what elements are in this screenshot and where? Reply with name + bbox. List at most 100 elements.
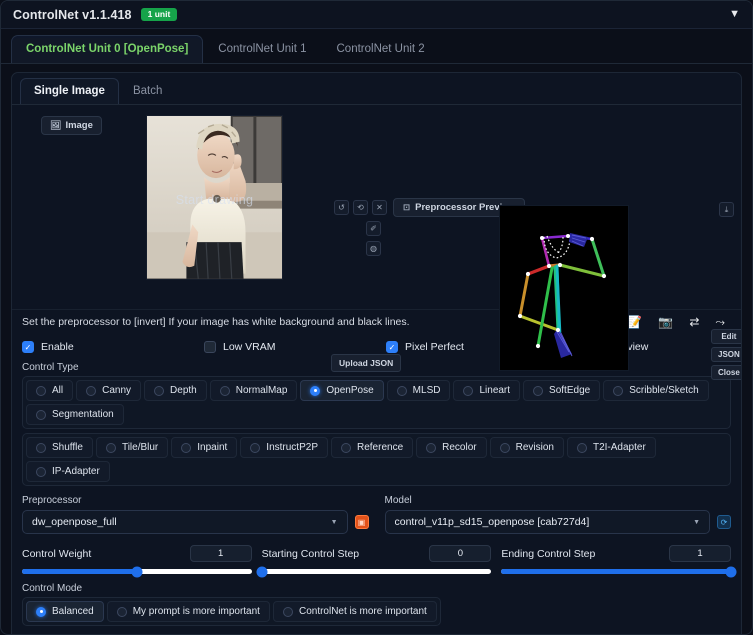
control-type-openpose-label: OpenPose [326,385,374,396]
control-type-all[interactable]: All [26,380,74,401]
radio-icon [310,385,321,396]
preprocessor-value: dw_openpose_full [32,516,117,528]
edit-button[interactable]: Edit [711,329,741,344]
model-dropdown[interactable]: control_v11p_sd15_openpose [cab727d4] ▼ [384,510,710,534]
ending-control-step-track[interactable] [501,566,737,577]
radio-icon [86,385,97,396]
control-type-recolor-label: Recolor [442,442,477,453]
color-icon[interactable]: ◍ [366,241,381,256]
chevron-down-icon: ▼ [330,518,338,526]
chevron-down-icon: ▼ [693,518,700,526]
tab-batch[interactable]: Batch [119,78,176,104]
swap-icon[interactable]: ⇄ [689,316,699,328]
json-button[interactable]: JSON [711,347,741,362]
preprocessor-action-icon[interactable]: ▣ [354,515,369,529]
checkbox-enable[interactable]: ✓ Enable [22,341,204,353]
starting-control-step-slider: Starting Control Step 0 [256,545,492,577]
starting-control-step-value[interactable]: 0 [429,545,492,562]
tab-controlnet-unit-1[interactable]: ControlNet Unit 1 [203,35,321,63]
image-upload-label: Image [65,120,93,131]
control-weight-value[interactable]: 1 [189,545,252,562]
preprocessor-field: Preprocessor dw_openpose_full ▼ ▣ [22,495,369,534]
camera-icon[interactable]: 📷 [658,316,673,328]
radio-icon [576,442,587,453]
control-type-tile-blur[interactable]: Tile/Blur [95,437,169,458]
control-type-scribble-sketch[interactable]: Scribble/Sketch [603,380,709,401]
radio-icon [36,385,46,396]
clear-icon[interactable]: ✕ [372,200,387,215]
unit-panel: Single Image Batch 🖼 Image Start drawing… [11,72,742,634]
control-type-revision-label: Revision [515,442,554,453]
control-type-reference-label: Reference [357,442,404,453]
control-type-depth[interactable]: Depth [144,380,207,401]
control-type-lineart[interactable]: Lineart [453,380,521,401]
close-button[interactable]: Close [711,365,741,380]
control-weight-thumb[interactable] [131,566,143,577]
brush-icon[interactable]: ✐ [366,221,381,236]
control-mode-balanced-label: Balanced [52,606,94,617]
radio-icon [36,466,46,477]
input-image-canvas[interactable]: Start drawing [146,115,283,280]
download-icon[interactable]: ⤓ [719,202,734,217]
control-mode-controlnet-important[interactable]: ControlNet is more important [272,601,437,622]
radio-icon [341,442,351,453]
control-type-revision[interactable]: Revision [489,437,564,458]
check-icon: ✓ [204,341,216,353]
control-type-normalmap-label: NormalMap [235,385,288,396]
control-type-ip-adapter[interactable]: IP-Adapter [26,461,110,482]
openpose-preview-image[interactable] [499,205,629,371]
undo-icon[interactable]: ↺ [334,200,349,215]
image-upload-button[interactable]: 🖼 Image [41,116,102,135]
control-type-t2i-adapter[interactable]: T2I-Adapter [566,437,656,458]
control-type-inpaint-label: Inpaint [197,442,228,453]
control-type-inpaint[interactable]: Inpaint [171,437,238,458]
control-weight-label: Control Weight [22,547,92,560]
starting-control-step-thumb[interactable] [256,566,268,577]
control-type-instructp2p[interactable]: InstructP2P [240,437,328,458]
ending-control-step-slider: Ending Control Step 1 [501,545,737,577]
radio-icon [36,409,46,420]
radio-icon [36,442,46,453]
control-type-recolor[interactable]: Recolor [416,437,487,458]
tab-single-image[interactable]: Single Image [20,78,119,104]
control-type-softedge[interactable]: SoftEdge [523,380,601,401]
ending-control-step-value[interactable]: 1 [669,545,732,562]
control-type-shuffle-label: Shuffle [52,442,83,453]
control-type-mlsd[interactable]: MLSD [386,380,451,401]
control-mode-label: Control Mode [22,583,83,594]
control-mode-prompt-important[interactable]: My prompt is more important [106,601,270,622]
send-icon[interactable]: ⤳ [715,316,725,328]
control-type-canny[interactable]: Canny [76,380,142,401]
radio-icon [154,385,165,396]
control-type-normalmap[interactable]: NormalMap [209,380,298,401]
radio-icon [282,606,293,617]
radio-icon [116,606,127,617]
starting-control-step-track[interactable] [256,566,492,577]
radio-icon [463,385,474,396]
upload-json-button[interactable]: Upload JSON [331,354,402,372]
tab-controlnet-unit-0[interactable]: ControlNet Unit 0 [OpenPose] [11,35,204,63]
control-weight-track[interactable] [22,566,252,577]
control-type-instructp2p-label: InstructP2P [266,442,318,453]
preprocessor-dropdown[interactable]: dw_openpose_full ▼ [22,510,348,534]
starting-control-step-label: Starting Control Step [261,547,360,560]
redo-icon[interactable]: ⟲ [353,200,368,215]
control-type-reference[interactable]: Reference [331,437,414,458]
control-type-lineart-label: Lineart [479,385,511,396]
control-type-scribble-label: Scribble/Sketch [629,385,699,396]
checkbox-low-vram[interactable]: ✓ Low VRAM [204,341,386,353]
accordion-header[interactable]: ControlNet v1.1.418 1 unit ▼ [1,1,752,29]
control-type-row-1: All Canny Depth NormalMap OpenPose MLSD … [22,376,731,429]
tab-controlnet-unit-2[interactable]: ControlNet Unit 2 [322,35,440,63]
notepad-icon[interactable]: 📝 [627,316,642,328]
control-mode-balanced[interactable]: Balanced [26,601,104,622]
chevron-down-icon[interactable]: ▼ [729,9,740,20]
control-type-openpose[interactable]: OpenPose [300,380,384,401]
controlnet-panel: ControlNet v1.1.418 1 unit ▼ ControlNet … [0,0,753,635]
hint-row: Set the preprocessor to [invert] If your… [12,309,741,333]
ending-control-step-thumb[interactable] [725,566,737,577]
control-type-shuffle[interactable]: Shuffle [26,437,93,458]
control-type-segmentation[interactable]: Segmentation [26,404,124,425]
refresh-models-icon[interactable]: ⟳ [717,515,731,529]
image-workspace: 🖼 Image Start drawing ↺ ⟲ ✕ ✐ ◍ ⊡ Prepro… [12,109,741,380]
